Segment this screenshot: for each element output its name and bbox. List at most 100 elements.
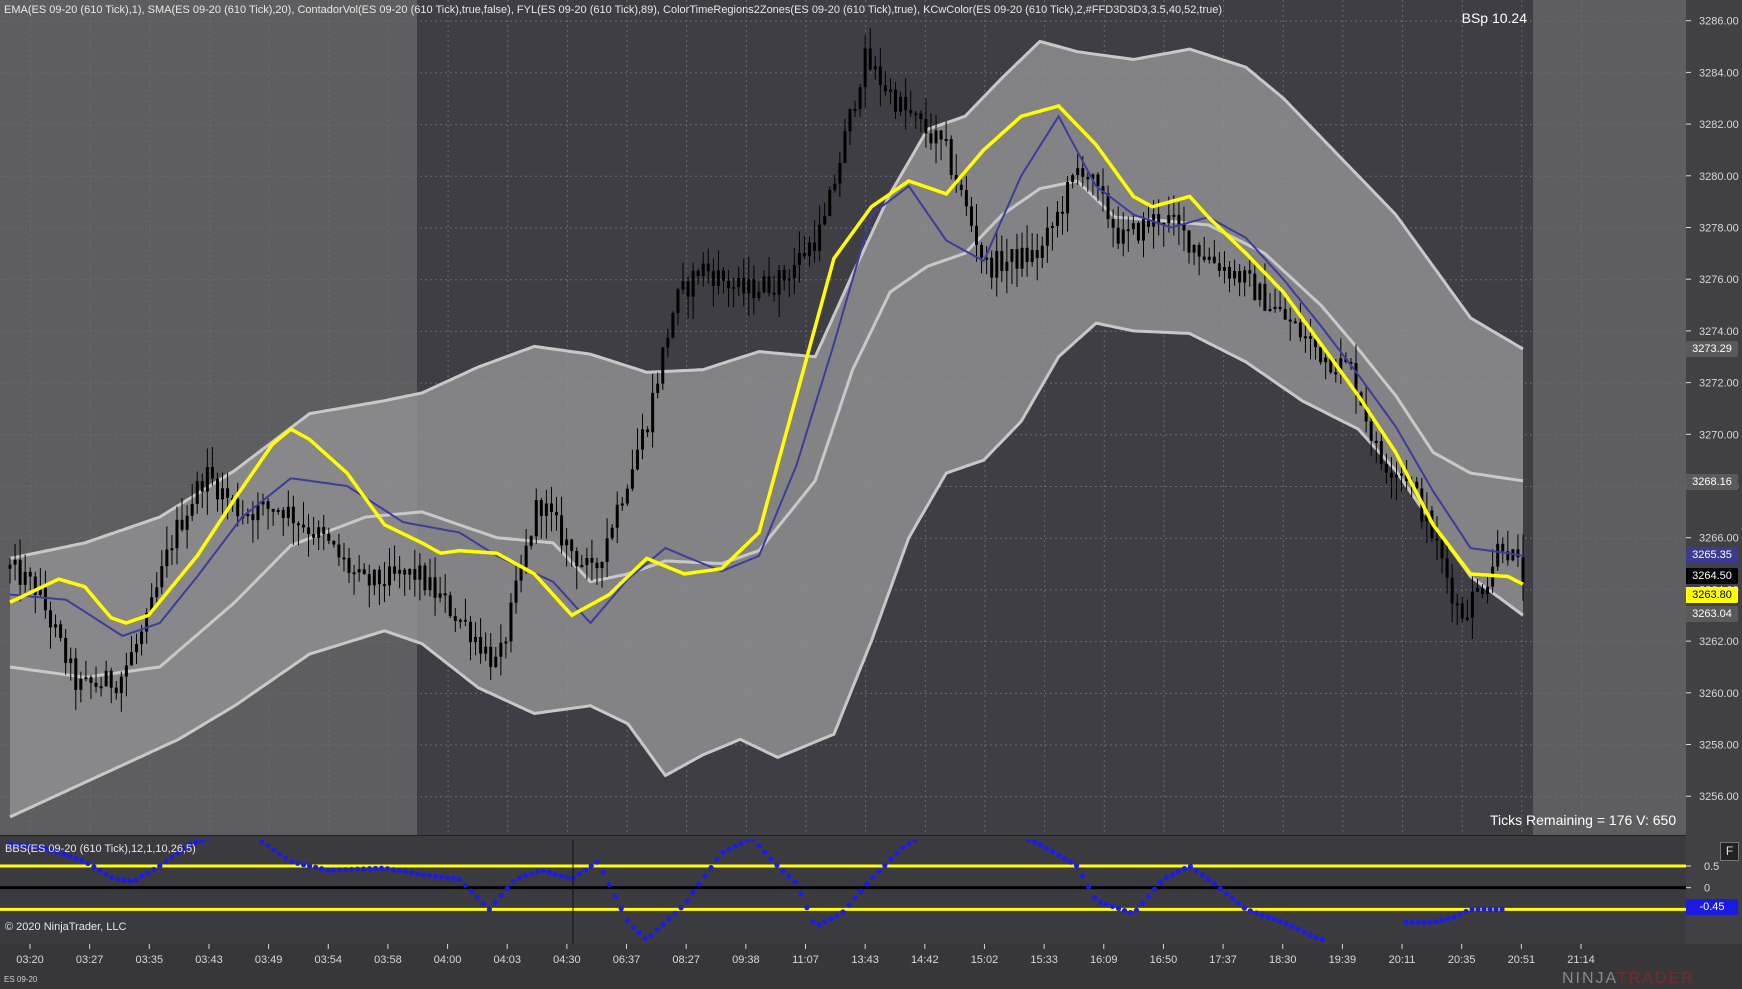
osc-dot	[265, 842, 271, 849]
candle-body	[226, 488, 230, 498]
candle-body	[691, 270, 695, 297]
osc-dot	[1259, 912, 1265, 918]
candle-body	[448, 595, 452, 617]
candle-body	[914, 113, 918, 116]
x-tick-label: 03:49	[255, 954, 283, 966]
osc-dot	[768, 856, 774, 862]
osc-dot	[402, 869, 409, 875]
x-tick-label: 03:20	[16, 954, 44, 966]
osc-dot	[85, 860, 91, 867]
candle-body	[610, 527, 614, 539]
candle-body	[605, 538, 609, 562]
osc-dot	[762, 849, 768, 855]
candle-body	[200, 481, 204, 492]
candle-body	[1470, 591, 1474, 618]
osc-dot	[1127, 910, 1134, 916]
candle-body	[646, 429, 650, 433]
candle-body	[858, 87, 862, 110]
osc-dot	[1433, 919, 1439, 925]
copyright-label: © 2020 NinjaTrader, LLC	[5, 921, 127, 933]
price-chart[interactable]: 3256.003258.003260.003262.003264.003266.…	[0, 0, 1742, 989]
candle-body	[802, 252, 806, 257]
x-tick-label: 09:38	[732, 954, 760, 966]
candle-body	[544, 503, 548, 516]
osc-dot	[558, 873, 564, 879]
candle-body	[1440, 540, 1444, 559]
osc-dot	[157, 863, 163, 869]
candle-body	[54, 624, 58, 628]
y-tick-label: 3260.00	[1699, 688, 1739, 700]
candle-body	[1141, 219, 1145, 241]
candle-body	[89, 677, 93, 683]
candle-body	[1202, 256, 1206, 260]
osc-dot	[612, 893, 618, 900]
candle-body	[656, 383, 660, 393]
candle-body	[48, 610, 52, 628]
osc-dot	[109, 874, 115, 880]
candle-body	[1167, 215, 1171, 223]
candle-body	[1481, 588, 1485, 594]
osc-dot	[1427, 919, 1433, 925]
bbs-indicator-header: BBS(ES 09-20 (610 Tick),12,1,10,26,5)	[5, 843, 196, 855]
candle-body	[1050, 226, 1054, 229]
candle-body	[990, 257, 994, 278]
candle-body	[787, 278, 791, 281]
y-tick-label: 3266.00	[1699, 533, 1739, 545]
osc-dot	[163, 859, 169, 865]
candle-body	[732, 287, 736, 290]
candle-body	[1228, 266, 1232, 279]
candle-body	[630, 469, 634, 489]
osc-dot	[289, 859, 295, 865]
candle-body	[64, 637, 68, 664]
osc-dot	[786, 873, 792, 880]
candle-body	[585, 557, 589, 566]
osc-dot	[1163, 874, 1170, 881]
candle-body	[418, 565, 422, 580]
candle-body	[727, 280, 731, 289]
candle-body	[1071, 175, 1075, 183]
candle-body	[504, 641, 508, 644]
osc-dot	[1289, 923, 1295, 930]
candle-body	[382, 584, 386, 587]
osc-dot	[1050, 849, 1056, 855]
osc-dot	[876, 868, 882, 875]
osc-dot	[738, 840, 744, 846]
candle-body	[1086, 176, 1090, 180]
osc-dot	[1223, 890, 1229, 897]
y-axis-bg	[1686, 0, 1742, 989]
osc-dot	[732, 843, 738, 849]
osc-dot	[342, 867, 349, 873]
candle-body	[438, 593, 442, 598]
candle-body	[1020, 247, 1024, 269]
candle-body	[165, 549, 169, 567]
osc-dot	[1151, 886, 1158, 893]
candle-body	[590, 557, 594, 563]
x-axis-bg	[0, 944, 1742, 989]
f-button[interactable]: F	[1720, 842, 1739, 861]
candle-body	[782, 270, 786, 281]
osc-dot	[804, 905, 810, 911]
osc-dot	[1451, 914, 1457, 920]
candle-body	[1288, 319, 1292, 322]
candle-body	[286, 506, 290, 519]
osc-dot	[654, 927, 660, 933]
osc-dot	[1199, 872, 1206, 878]
candle-body	[322, 527, 326, 535]
candle-body	[433, 577, 437, 598]
osc-dot	[684, 898, 690, 904]
candle-body	[615, 504, 619, 528]
candle-body	[600, 561, 604, 569]
candle-body	[555, 511, 559, 516]
candle-body	[939, 130, 943, 140]
x-tick-label: 03:43	[195, 954, 223, 966]
osc-dot	[594, 859, 600, 865]
osc-dot	[295, 860, 301, 866]
osc-dot	[774, 862, 780, 868]
osc-dot	[1247, 908, 1253, 914]
x-tick-label: 04:00	[434, 954, 462, 966]
osc-dot	[1067, 859, 1074, 865]
candle-body	[1055, 211, 1059, 227]
osc-dot	[534, 869, 540, 875]
candle-body	[1025, 247, 1029, 262]
osc-dot	[624, 918, 630, 924]
